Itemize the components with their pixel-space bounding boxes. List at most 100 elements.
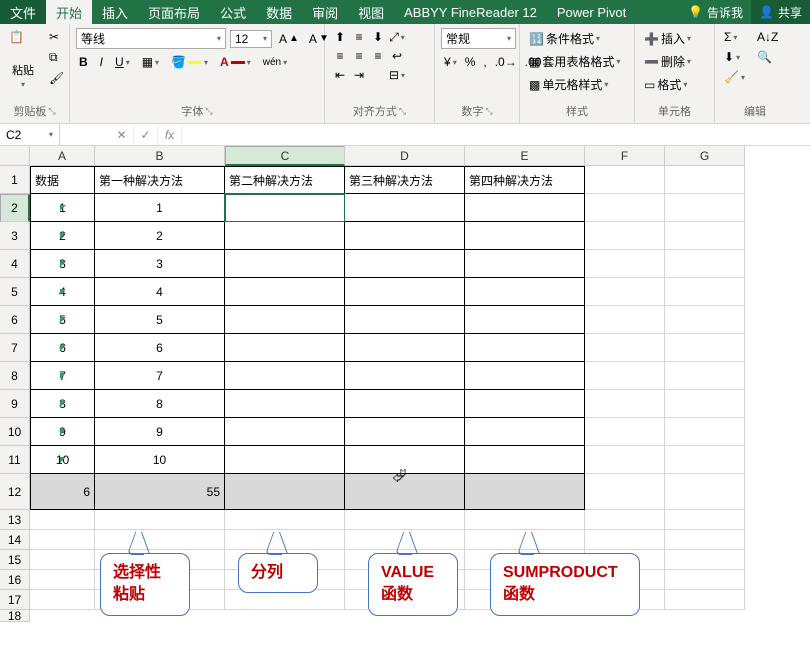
cell-E5[interactable] <box>465 278 585 306</box>
tab-view[interactable]: 视图 <box>348 0 394 24</box>
italic-button[interactable]: I <box>97 53 106 71</box>
table-format-button[interactable]: ▦套用表格格式▾ <box>526 51 623 72</box>
name-box[interactable]: C2▾ <box>0 124 60 145</box>
row-header-9[interactable]: 9 <box>0 390 30 418</box>
number-format-select[interactable]: 常规▾ <box>441 28 516 49</box>
tab-abbyy[interactable]: ABBYY FineReader 12 <box>394 0 547 24</box>
row-header-2[interactable]: 2 <box>0 194 30 222</box>
dialog-launcher-icon[interactable]: ⤡ <box>485 106 492 117</box>
cell-A13[interactable] <box>30 510 95 530</box>
tab-data[interactable]: 数据 <box>256 0 302 24</box>
cell-G6[interactable] <box>665 306 745 334</box>
cell-F12[interactable] <box>585 474 665 510</box>
cell-C11[interactable] <box>225 446 345 474</box>
cell-E4[interactable] <box>465 250 585 278</box>
cell-A17[interactable] <box>30 590 95 610</box>
cell-B1[interactable]: 第一种解决方法 <box>95 166 225 194</box>
cell-A14[interactable] <box>30 530 95 550</box>
row-header-13[interactable]: 13 <box>0 510 30 530</box>
cell-C1[interactable]: 第二种解决方法 <box>225 166 345 194</box>
cell-D8[interactable] <box>345 362 465 390</box>
col-header-D[interactable]: D <box>345 146 465 166</box>
row-header-16[interactable]: 16 <box>0 570 30 590</box>
fill-button[interactable]: ⬇▾ <box>721 48 748 66</box>
col-header-G[interactable]: G <box>665 146 745 166</box>
row-header-10[interactable]: 10 <box>0 418 30 446</box>
cell-F13[interactable] <box>585 510 665 530</box>
cell-B4[interactable]: 3 <box>95 250 225 278</box>
cell-F10[interactable] <box>585 418 665 446</box>
cell-A4[interactable]: 3 <box>30 250 95 278</box>
find-button[interactable]: 🔍 <box>754 48 781 66</box>
cell-styles-button[interactable]: ▩单元格样式▾ <box>526 74 611 95</box>
comma-button[interactable]: , <box>480 53 489 71</box>
cell-G8[interactable] <box>665 362 745 390</box>
row-header-3[interactable]: 3 <box>0 222 30 250</box>
cell-A3[interactable]: 2 <box>30 222 95 250</box>
bold-button[interactable]: B <box>76 53 91 71</box>
fill-color-button[interactable]: 🪣▾ <box>168 53 211 71</box>
cell-G10[interactable] <box>665 418 745 446</box>
align-bottom-button[interactable]: ⬇ <box>369 28 387 46</box>
col-header-E[interactable]: E <box>465 146 585 166</box>
paste-button[interactable]: 📋 <box>6 28 40 60</box>
cell-G1[interactable] <box>665 166 745 194</box>
paste-dropdown-icon[interactable]: ▾ <box>21 80 25 89</box>
cell-D12[interactable] <box>345 474 465 510</box>
currency-button[interactable]: ¥▾ <box>441 53 460 71</box>
clear-button[interactable]: 🧹▾ <box>721 68 748 86</box>
tab-file[interactable]: 文件 <box>0 0 46 24</box>
cell-G13[interactable] <box>665 510 745 530</box>
cell-E12[interactable] <box>465 474 585 510</box>
cell-F5[interactable] <box>585 278 665 306</box>
row-header-12[interactable]: 12 <box>0 474 30 510</box>
cell-G16[interactable] <box>665 570 745 590</box>
orientation-button[interactable]: ⤢▾ <box>388 28 406 46</box>
cell-D3[interactable] <box>345 222 465 250</box>
cell-G7[interactable] <box>665 334 745 362</box>
delete-cells-button[interactable]: ➖删除▾ <box>641 51 694 72</box>
cell-C9[interactable] <box>225 390 345 418</box>
cell-F4[interactable] <box>585 250 665 278</box>
cut-button[interactable]: ✂ <box>46 28 67 46</box>
font-size-select[interactable]: 12▾ <box>230 30 272 48</box>
cell-F11[interactable] <box>585 446 665 474</box>
cell-F2[interactable] <box>585 194 665 222</box>
tab-insert[interactable]: 插入 <box>92 0 138 24</box>
align-center-button[interactable]: ≡ <box>350 47 368 65</box>
row-header-1[interactable]: 1 <box>0 166 30 194</box>
cell-G5[interactable] <box>665 278 745 306</box>
cell-E11[interactable] <box>465 446 585 474</box>
cell-C8[interactable] <box>225 362 345 390</box>
row-header-5[interactable]: 5 <box>0 278 30 306</box>
cell-B10[interactable]: 9 <box>95 418 225 446</box>
tell-me[interactable]: 💡 告诉我 <box>680 0 751 24</box>
cell-E7[interactable] <box>465 334 585 362</box>
cell-D13[interactable] <box>345 510 465 530</box>
cell-A5[interactable]: 4 <box>30 278 95 306</box>
cell-E10[interactable] <box>465 418 585 446</box>
row-header-7[interactable]: 7 <box>0 334 30 362</box>
cell-G17[interactable] <box>665 590 745 610</box>
cell-D5[interactable] <box>345 278 465 306</box>
cell-D1[interactable]: 第三种解决方法 <box>345 166 465 194</box>
tab-review[interactable]: 审阅 <box>302 0 348 24</box>
align-top-button[interactable]: ⬆ <box>331 28 349 46</box>
share-button[interactable]: 👤 共享 <box>751 0 810 24</box>
cell-E1[interactable]: 第四种解决方法 <box>465 166 585 194</box>
tab-powerpivot[interactable]: Power Pivot <box>547 0 636 24</box>
cell-B7[interactable]: 6 <box>95 334 225 362</box>
cell-F1[interactable] <box>585 166 665 194</box>
cell-A8[interactable]: 7 <box>30 362 95 390</box>
cell-C3[interactable] <box>225 222 345 250</box>
cell-B12[interactable]: 55 <box>95 474 225 510</box>
cell-A7[interactable]: 6 <box>30 334 95 362</box>
row-header-18[interactable]: 18 <box>0 610 30 622</box>
copy-button[interactable]: ⧉ <box>46 48 67 67</box>
cell-D11[interactable] <box>345 446 465 474</box>
enter-formula-button[interactable]: ✓ <box>134 124 158 145</box>
dialog-launcher-icon[interactable]: ⤡ <box>48 106 55 117</box>
wrap-text-button[interactable]: ↩ <box>388 47 406 65</box>
cell-C10[interactable] <box>225 418 345 446</box>
cancel-formula-button[interactable]: ✕ <box>110 124 134 145</box>
